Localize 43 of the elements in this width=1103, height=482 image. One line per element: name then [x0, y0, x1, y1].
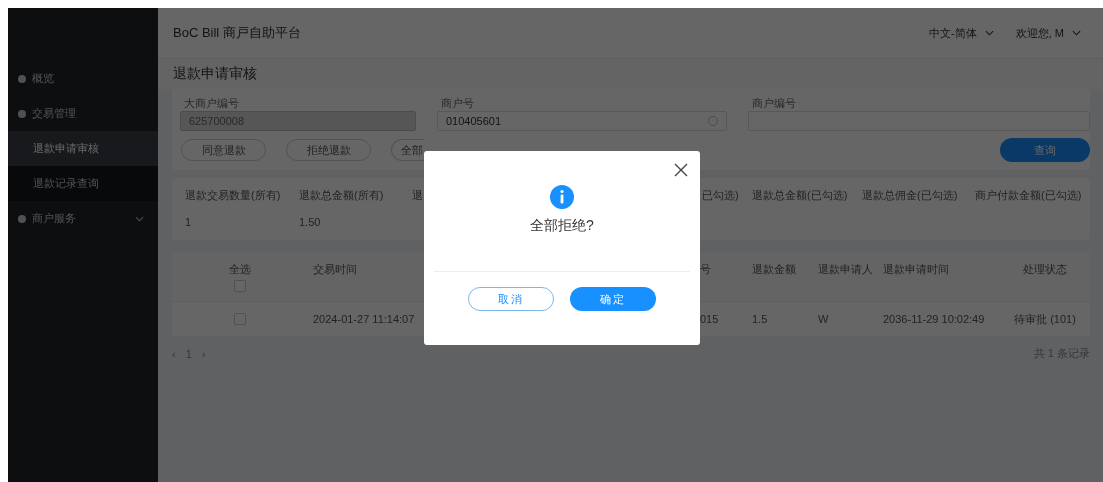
action-button[interactable]: 拒绝退款 — [286, 139, 371, 161]
search-button[interactable]: 查询 — [1000, 138, 1090, 162]
column-header: 退款申请时间 — [883, 262, 950, 277]
info-icon — [550, 185, 574, 209]
summary-label: 退 — [412, 188, 423, 203]
summary-label: 退款交易数量(所有) — [185, 188, 281, 203]
dropdown-menu[interactable]: 中文-简体 — [929, 25, 994, 41]
confirm-button[interactable]: 确定 — [570, 287, 656, 311]
table-cell-text: W — [818, 313, 830, 325]
dialog-message: 全部拒绝? — [530, 217, 594, 235]
column-header: 全选 — [229, 262, 251, 277]
column-header: 退款申请人 — [818, 262, 874, 277]
table-cell-text: 2024-01-27 11:14:07 — [312, 313, 416, 325]
input-field[interactable]: 010405601 — [437, 111, 727, 131]
table-cell-text: 2036-11-29 10:02:49 — [883, 313, 986, 325]
next-page-icon[interactable]: › — [201, 347, 206, 360]
dropdown-menu[interactable]: 欢迎您, M — [1015, 25, 1081, 41]
menu-dot-icon — [18, 109, 26, 118]
summary-label: 退款总金额(已勾选) — [752, 188, 848, 203]
sidebar-subitem[interactable]: 退款申请审核 — [8, 131, 158, 166]
table-cell-text: 015 — [700, 313, 720, 325]
app-title: BoC Bill 商戸自助平台 — [173, 24, 301, 42]
prev-page-icon[interactable]: ‹ — [172, 347, 176, 360]
column-header: 退款金额 — [752, 262, 797, 277]
table-cell-text: 1.5 — [752, 313, 769, 325]
sidebar-item[interactable]: 概览 — [8, 61, 158, 96]
menu-dot-icon — [18, 214, 26, 223]
column-header: 交易时间 — [312, 262, 358, 277]
action-button[interactable]: 全部 — [391, 139, 424, 161]
summary-value: 1.50 — [299, 215, 321, 230]
table-cell-text: 待审批 (101) — [1013, 311, 1077, 327]
page-title: 退款申请审核 — [158, 59, 1103, 89]
summary-value: 1 — [185, 215, 192, 230]
cancel-button[interactable]: 取消 — [468, 287, 554, 311]
summary-label: 退款总金额(所有) — [299, 188, 384, 203]
chevron-down-icon — [984, 30, 994, 36]
chevron-down-icon — [135, 215, 144, 222]
close-icon[interactable] — [674, 163, 688, 177]
chevron-down-icon — [1072, 30, 1081, 36]
summary-label: 商户付款金额(已勾选) — [975, 188, 1082, 203]
summary-label: 退款总佣金(已勾选) — [862, 188, 958, 203]
summary-label: 已勾选) — [702, 188, 739, 203]
menu-dot-icon — [18, 74, 26, 83]
